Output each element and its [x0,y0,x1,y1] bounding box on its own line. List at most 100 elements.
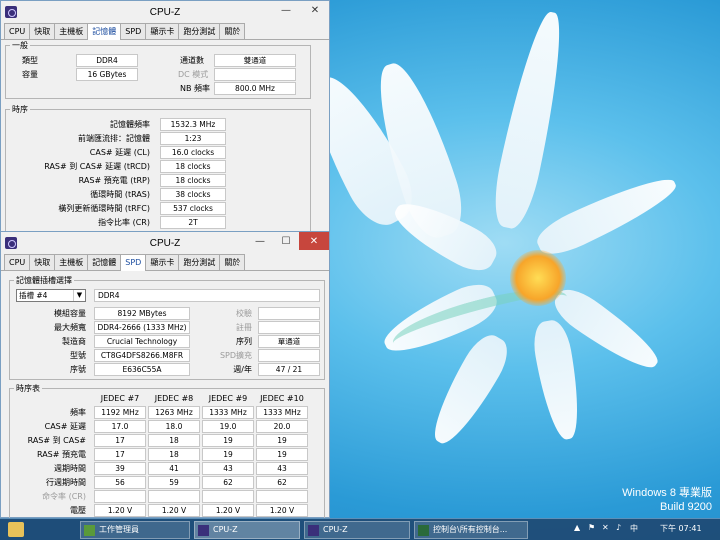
week-year-value: 47 / 21 [258,363,320,376]
serial-number-value: E636C55A [94,363,190,376]
timing-cell: 43 [202,462,254,475]
spd-ext-value [258,349,320,362]
timing-cell: 19 [202,434,254,447]
watermark-edition: Windows 8 專業版 [622,487,712,499]
show-hidden-icons-icon[interactable]: ▲ [574,523,580,532]
close-button[interactable]: ✕ [299,232,329,250]
column-header: JEDEC #9 [208,394,248,403]
taskbar-item-label: 工作管理員 [99,525,139,534]
close-button[interactable]: ✕ [301,1,329,19]
spd-ext-label: SPD擴充 [219,351,252,360]
general-group: 一般 類型 DDR4 容量 16 GBytes 通道數 雙通道 DC 模式 NB… [5,40,311,99]
task-manager-icon [84,525,95,536]
timing-label: 橫列更新循環時間 (tRFC) [58,204,150,213]
timing-value: 38 clocks [160,188,226,201]
tab-bench[interactable]: 跑分測試 [178,254,221,270]
tab-mainboard[interactable]: 主機板 [54,23,89,39]
timings-group: 時序 記憶體頻率 1532.3 MHz 前端匯流排：記憶體 1:23 CAS# … [5,104,311,235]
taskbar-item-task-manager[interactable]: 工作管理員 [80,521,190,539]
timing-row-label: RAS# 到 CAS# [27,436,86,445]
timing-cell: 17 [94,434,146,447]
tab-graphics[interactable]: 顯示卡 [145,23,180,39]
group-title: 時序表 [14,383,42,394]
timing-cell: 1333 MHz [202,406,254,419]
taskbar-item-label: CPU-Z [213,525,238,534]
volume-icon[interactable]: ♪ [616,523,621,532]
control-panel-icon [418,525,429,536]
timing-cell: 1333 MHz [256,406,308,419]
tab-spd[interactable]: SPD [120,254,147,271]
tab-caches[interactable]: 快取 [29,254,56,270]
registered-value [258,321,320,334]
tab-cpu[interactable]: CPU [4,254,31,270]
minimize-button[interactable]: — [273,1,299,19]
timing-cell: 59 [148,476,200,489]
minimize-button[interactable]: — [247,232,273,250]
timing-cell: 1.20 V [202,504,254,517]
max-bandwidth-label: 最大頻寬 [54,323,86,332]
timing-cell: 43 [256,462,308,475]
timing-cell: 19 [256,448,308,461]
timing-cell: 41 [148,462,200,475]
taskbar-item-cpuz-1[interactable]: CPU-Z [194,521,300,539]
tab-about[interactable]: 關於 [219,254,246,270]
dc-mode-label: DC 模式 [178,70,209,79]
input-method-icon[interactable]: 中 [630,523,638,534]
dc-mode-value [214,68,296,81]
manufacturer-label: 製造商 [62,337,86,346]
cpuz-memory-window[interactable]: CPU-Z — ✕ CPU 快取 主機板 記憶體 SPD 顯示卡 跑分測試 關於… [0,0,330,235]
tab-mainboard[interactable]: 主機板 [54,254,89,270]
tab-bar: CPU 快取 主機板 記憶體 SPD 顯示卡 跑分測試 關於 [1,23,329,40]
nb-frequency-value: 800.0 MHz [214,82,296,95]
taskbar-item-cpuz-2[interactable]: CPU-Z [304,521,410,539]
windows-build-watermark: Windows 8 專業版 Build 9200 [622,486,712,514]
tab-about[interactable]: 關於 [219,23,246,39]
timing-cell [256,490,308,503]
timing-row-label: CAS# 延遲 [44,422,86,431]
tab-caches[interactable]: 快取 [29,23,56,39]
timing-label: 前端匯流排：記憶體 [78,134,150,143]
module-size-label: 模組容量 [54,309,86,318]
taskbar: 工作管理員 CPU-Z CPU-Z 控制台\所有控制台... ▲ ⚑ ✕ ♪ 中… [0,518,720,540]
cpuz-app-icon [5,237,17,249]
ranks-label: 序列 [236,337,252,346]
group-title: 時序 [10,104,30,115]
timing-cell: 18 [148,448,200,461]
tab-memory[interactable]: 記憶體 [87,23,122,40]
correction-label: 校驗 [236,309,252,318]
tab-bench[interactable]: 跑分測試 [178,23,221,39]
tab-bar: CPU 快取 主機板 記憶體 SPD 顯示卡 跑分測試 關於 [1,254,329,271]
tab-cpu[interactable]: CPU [4,23,31,39]
title-bar[interactable]: CPU-Z — ✕ [1,1,329,23]
timing-value: 16.0 clocks [160,146,226,159]
timing-cell: 18.0 [148,420,200,433]
explorer-icon[interactable] [8,522,24,537]
timing-row-label: 頻率 [70,408,86,417]
slot-select[interactable]: 插槽 #4 ▼ [16,289,86,302]
timing-value: 1532.3 MHz [160,118,226,131]
channels-value: 雙通道 [214,54,296,67]
tab-graphics[interactable]: 顯示卡 [145,254,180,270]
taskbar-item-label: CPU-Z [323,525,348,534]
tab-spd[interactable]: SPD [120,23,147,39]
flag-icon[interactable]: ⚑ [588,523,595,532]
taskbar-clock[interactable]: 下午 07:41 [660,523,702,534]
size-label: 容量 [22,70,38,79]
taskbar-item-control-panel[interactable]: 控制台\所有控制台... [414,521,528,539]
cpuz-spd-window[interactable]: CPU-Z — ☐ ✕ CPU 快取 主機板 記憶體 SPD 顯示卡 跑分測試 … [0,231,330,519]
timing-row-label: 電壓 [70,506,86,515]
network-icon[interactable]: ✕ [602,523,609,532]
chevron-down-icon[interactable]: ▼ [73,290,85,301]
title-bar[interactable]: CPU-Z — ☐ ✕ [1,232,329,254]
timing-label: RAS# 到 CAS# 延遲 (tRCD) [44,162,150,171]
maximize-button[interactable]: ☐ [273,232,299,250]
timing-cell [148,490,200,503]
slot-selection-group: 記憶體插槽選擇 插槽 #4 ▼ DDR4 模組容量 8192 MBytes 最大… [9,275,325,380]
group-title: 記憶體插槽選擇 [14,275,74,286]
ranks-value: 單通道 [258,335,320,348]
timing-table-group: 時序表 JEDEC #7 JEDEC #8 JEDEC #9 JEDEC #10… [9,383,325,519]
timing-row-label: 命令率 (CR) [42,492,86,501]
timing-cell: 19 [256,434,308,447]
tab-memory[interactable]: 記憶體 [87,254,122,270]
memory-type-value: DDR4 [94,289,320,302]
